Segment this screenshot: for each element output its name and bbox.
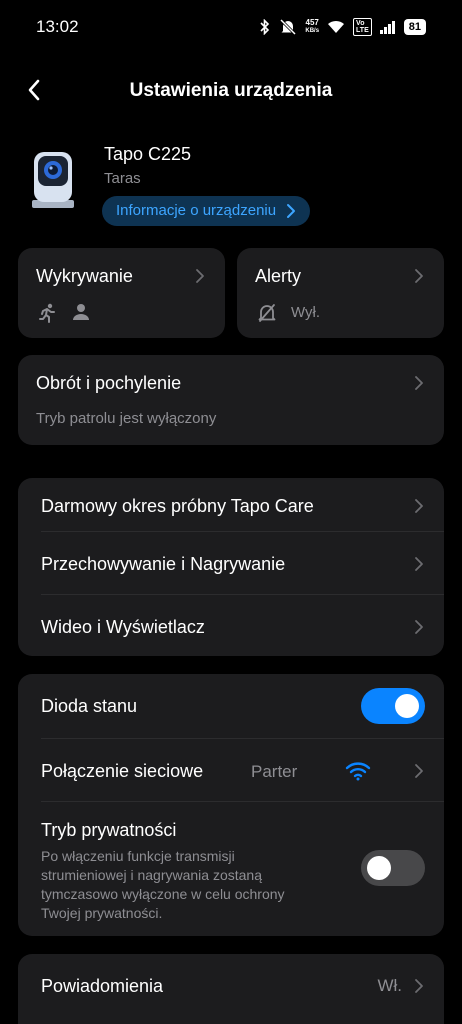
network-value: Parter [251,762,298,781]
notifications-value: Wł. [377,976,402,995]
chevron-right-icon [415,557,423,571]
pan-tilt-subtitle: Tryb patrolu jest wyłączony [36,410,217,427]
chevron-right-icon [415,620,423,634]
toggle-knob [367,856,391,880]
device-name: Tapo C225 [104,144,192,164]
notifications-card[interactable]: Powiadomienia Wł. [18,954,444,1024]
app-header: Ustawienia urządzenia [0,70,462,114]
notifications-label: Powiadomienia [41,976,164,996]
privacy-mode-toggle[interactable] [361,850,425,886]
alerts-card[interactable]: Alerty Wył. [237,248,444,338]
list-item-video-display[interactable]: Wideo i Wyświetlacz [18,595,444,656]
pan-tilt-card[interactable]: Obrót i pochylenie Tryb patrolu jest wył… [18,355,444,445]
detection-card[interactable]: Wykrywanie [18,248,225,338]
volte-icon: Vo LTE [353,18,372,36]
chevron-right-icon [415,979,423,993]
alerts-title: Alerty [255,266,302,286]
pan-tilt-title: Obrót i pochylenie [36,373,182,393]
bell-off-icon [258,304,276,322]
chevron-right-icon [196,269,204,283]
alerts-status: Wył. [291,304,321,321]
bluetooth-icon [259,19,271,35]
device-location: Taras [104,170,141,187]
detection-title: Wykrywanie [36,266,133,286]
privacy-description: Po włączeniu funkcje transmisji strumien… [41,848,285,921]
mute-icon [279,18,297,36]
list-item-tapo-care[interactable]: Darmowy okres próbny Tapo Care [18,478,444,532]
chevron-right-icon [415,499,423,513]
page-title: Ustawienia urządzenia [129,80,333,101]
list-item-storage-recording[interactable]: Przechowywanie i Nagrywanie [18,532,444,594]
battery-icon: 81 [403,19,426,35]
status-led-row: Dioda stanu [18,674,444,738]
wifi-icon [345,762,371,781]
privacy-mode-row: Tryb prywatności Po włączeniu funkcje tr… [18,802,444,936]
status-time: 13:02 [36,17,79,36]
device-summary: Tapo C225 Taras Informacje o urządzeniu [28,140,448,232]
person-running-icon [39,303,55,323]
chevron-right-icon [287,204,296,218]
toggle-knob [395,694,419,718]
status-icons: 457 KB/s Vo LTE 81 [259,16,426,38]
device-info-button[interactable]: Informacje o urządzeniu [102,196,311,226]
chevron-right-icon [415,376,423,390]
network-speed: 457 KB/s [305,18,320,35]
status-led-toggle[interactable] [361,688,425,724]
signal-icon [379,20,396,34]
privacy-label: Tryb prywatności [41,820,177,840]
wifi-icon [327,20,345,34]
settings-group: Dioda stanu Połączenie sieciowe Parter T… [18,674,444,936]
services-group: Darmowy okres próbny Tapo Care Przechowy… [18,478,444,656]
status-led-label: Dioda stanu [41,696,138,716]
network-label: Połączenie sieciowe [41,761,204,781]
camera-image [30,148,76,208]
network-connection-row[interactable]: Połączenie sieciowe Parter [18,739,444,801]
chevron-right-icon [415,764,423,778]
person-icon [73,304,89,320]
status-bar: 13:02 457 KB/s Vo LTE 81 [0,0,462,52]
chevron-right-icon [415,269,423,283]
